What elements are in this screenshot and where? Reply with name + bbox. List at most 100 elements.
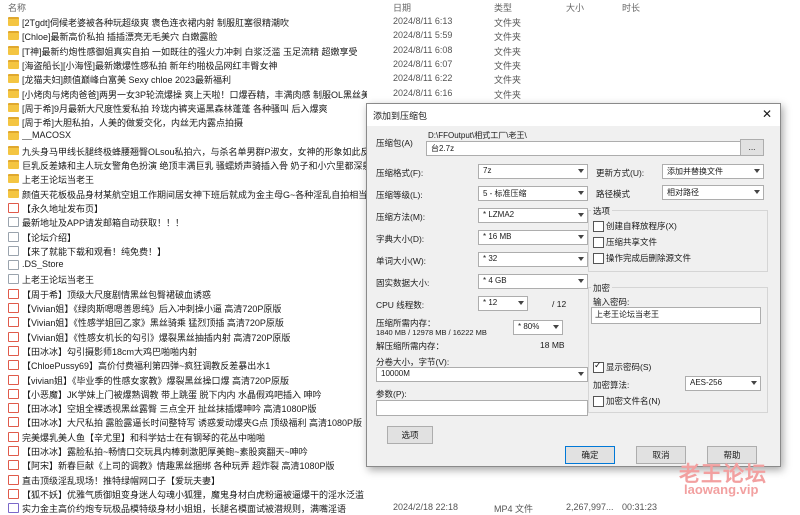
file-icon: [8, 245, 19, 256]
encryption-group-title: 加密: [591, 282, 613, 294]
list-item[interactable]: [Chloe]最新高价私拍 插插漂亮无毛美穴 白嫩露脸 2024/8/11 5:5…: [0, 28, 800, 43]
file-name: 颜值天花板极品身材某航空姐工作期间居女神下班后就成为金主母G~各种淫乱自拍相当反…: [22, 189, 367, 200]
dict-value: * 16 MB: [483, 232, 512, 241]
show-password-checkbox[interactable]: [593, 360, 604, 373]
folder-icon: [8, 59, 19, 69]
enc-filenames-label: 加密文件名(N): [606, 396, 661, 406]
word-label: 单词大小(W):: [376, 256, 427, 266]
level-value: 5 - 标准压缩: [483, 189, 527, 198]
file-name: 【Vivian姐】《性感学姐回乙家》黑丝骑乘 猛烈顶插 高清720P原版: [22, 318, 284, 329]
file-date: 2024/8/11 6:13: [393, 16, 453, 26]
file-name: [2Tgdt]伺候老婆被各种玩超级爽 褒色连衣裙内射 制服肛塞很精潮吹: [22, 18, 290, 28]
file-name: 巨乳反差婊和主人玩女警角色扮演 绝顶丰满巨乳 骚蠕娇声骑插入骨 奶子和小穴里都深…: [22, 161, 367, 171]
file-icon: [8, 217, 19, 228]
shared-checkbox[interactable]: [593, 237, 604, 248]
method-label: 压缩方法(M):: [376, 212, 426, 222]
file-name: .DS_Store: [22, 259, 64, 270]
col-name[interactable]: 名称: [8, 1, 26, 14]
enc-method-select[interactable]: AES-256: [685, 376, 761, 391]
file-duration: 00:31:23: [622, 502, 658, 513]
file-name: 【永久地址发布页】: [22, 203, 104, 214]
col-size[interactable]: 大小: [566, 1, 584, 14]
dict-label: 字典大小(D):: [376, 234, 425, 244]
file-icon: [8, 231, 19, 242]
options-button[interactable]: 选项: [387, 426, 433, 444]
solid-value: * 4 GB: [483, 276, 507, 285]
list-item[interactable]: 【狐不妖】优雅气质御姐变身迷人勾魂小狐狸，魔鬼身材白虎粉逼被逼爆干的淫水泛滥: [0, 486, 800, 501]
word-select[interactable]: * 32: [478, 252, 588, 267]
chevron-down-icon: [578, 257, 584, 261]
folder-icon: [8, 145, 19, 155]
list-item[interactable]: [小烤肉与烤肉爸爸]两男一女3P轮流爆操 爽上天啦！口爆吞精，丰满肉感 制服OL…: [0, 86, 800, 101]
col-duration[interactable]: 时长: [622, 1, 640, 14]
file-date: 2024/8/11 5:59: [393, 30, 453, 41]
col-date[interactable]: 日期: [393, 1, 411, 14]
file-name: 完美爆乳美人鱼【辛尤里】和科学姑士在有钢琴的花丛中啪啪: [22, 432, 266, 443]
solid-select[interactable]: * 4 GB: [478, 274, 588, 289]
col-type[interactable]: 类型: [494, 1, 512, 14]
update-select[interactable]: 添加并替换文件: [662, 164, 764, 179]
path-select[interactable]: 相对路径: [662, 185, 764, 200]
chevron-down-icon: [578, 372, 584, 376]
params-input[interactable]: [376, 400, 588, 416]
format-select[interactable]: 7z: [478, 164, 588, 179]
browse-button[interactable]: ...: [740, 139, 764, 156]
file-name: [小烤肉与烤肉爸爸]两男一女3P轮流爆操 爽上天啦！口爆吞精，丰满肉感 制服OL…: [22, 89, 367, 100]
threads-value: * 12: [483, 298, 498, 307]
archive-name-combo[interactable]: 台2.7z: [426, 141, 758, 156]
method-select[interactable]: * LZMA2: [478, 208, 588, 223]
list-item[interactable]: [海盗船长][小海怪]最新嫩爆性感私拍 新年约啪极品网红丰臀女神 2024/8/1…: [0, 57, 800, 72]
file-name: 【田冰冰】空姐全裸透视黑丝露臀 三点全开 扯丝抹插爆呻吟 高清1080P版: [22, 404, 317, 415]
shared-label: 压缩共享文件: [606, 237, 658, 247]
mp4-icon: [8, 503, 19, 514]
pdf-icon: [8, 345, 19, 356]
file-name: 【狐不妖】优雅气质御姐变身迷人勾魂小狐狸，魔鬼身材白虎粉逼被逼爆干的淫水泛滥: [22, 489, 365, 500]
options-group-title: 选项: [591, 205, 613, 217]
ok-button[interactable]: 确定: [565, 446, 615, 464]
show-password-label: 显示密码(S): [606, 362, 652, 372]
file-name: 【小恶魔】JK学妹上门被爆熟调教 带上跳蛋 脱下内内 水晶假鸡吧插入 呻吟: [22, 389, 322, 400]
threads-max: / 12: [552, 299, 567, 309]
file-name: 【Vivian姐】《性感女机长的勾引》爆裂黑丝抽插内射 高清720P原版: [22, 332, 291, 343]
close-icon[interactable]: ✕: [762, 107, 772, 121]
pdf-icon: [8, 303, 19, 313]
file-name: 九头身马甲线长腿终极蜂腰翘臀OLsou私拍六，与杀名单男群P淑女，女神的形象如此…: [22, 146, 367, 157]
file-name: 上老王论坛当老王: [22, 175, 95, 186]
word-value: * 32: [483, 254, 498, 263]
dict-select[interactable]: * 16 MB: [478, 230, 588, 245]
sfx-checkbox[interactable]: [593, 221, 604, 232]
decomp-value: 18 MB: [540, 340, 565, 350]
split-select[interactable]: 10000M: [376, 367, 588, 382]
path-value: 相对路径: [667, 188, 699, 197]
threads-select[interactable]: * 12: [478, 296, 528, 311]
folder-icon: [8, 31, 19, 41]
file-name: 最新地址及APP请发邮箱自动获取！！！: [22, 218, 185, 229]
file-name: [周于希]9月最新大尺度性爱私拍 玲珑内裤夹逼黑森林蓬蓬 各种骚叫 后入爆爽: [22, 103, 328, 114]
file-name: 实力金主高价约炮专玩极品模特级身材小姐姐，长腿名模面试被潜规则，满嘴淫语: [22, 504, 347, 515]
dialog-titlebar: 添加到压缩包 ✕: [367, 104, 780, 126]
file-name: [Chloe]最新高价私拍 插插漂亮无毛美穴 白嫩露脸: [22, 32, 218, 43]
delete-checkbox[interactable]: [593, 253, 604, 264]
list-item[interactable]: 实力金主高价约炮专玩极品模特级身材小姐姐，长腿名模面试被潜规则，满嘴淫语 2024…: [0, 500, 800, 515]
list-item[interactable]: [T神]最新约炮性感御姐真实自拍 一如既往的强火力冲刺 白浆泛滥 玉足流精 超嫩…: [0, 43, 800, 58]
pdf-icon: [8, 417, 19, 428]
password-input[interactable]: 上老王论坛当老王: [591, 307, 761, 324]
enc-method-value: AES-256: [690, 378, 723, 387]
list-item[interactable]: [2Tgdt]伺候老婆被各种玩超级爽 褒色连衣裙内射 制服肛塞很精潮吹 2024/…: [0, 14, 800, 29]
split-value: 10000M: [381, 369, 410, 378]
mem-percent-select[interactable]: * 80%: [513, 320, 563, 335]
chevron-down-icon: [578, 213, 584, 217]
pdf-icon: [8, 431, 19, 442]
enc-filenames-checkbox[interactable]: [593, 396, 604, 407]
chevron-down-icon: [578, 169, 584, 173]
pdf-icon: [8, 388, 19, 399]
pdf-icon: [8, 317, 19, 328]
method-value: * LZMA2: [483, 210, 515, 219]
list-item[interactable]: [龙猫夫妇]颜值巅峰白富美 Sexy chloe 2023最新福利 2024/8/…: [0, 71, 800, 86]
file-name: 上老王论坛当老王: [22, 275, 95, 286]
file-name: 【vivian姐】《毕业季的性感女家教》爆裂黑丝操口爆 高清720P原版: [22, 375, 290, 386]
level-select[interactable]: 5 - 标准压缩: [478, 186, 588, 201]
folder-icon: [8, 17, 19, 26]
folder-icon: [8, 160, 19, 169]
path-mode-label: 路径模式: [596, 189, 631, 199]
